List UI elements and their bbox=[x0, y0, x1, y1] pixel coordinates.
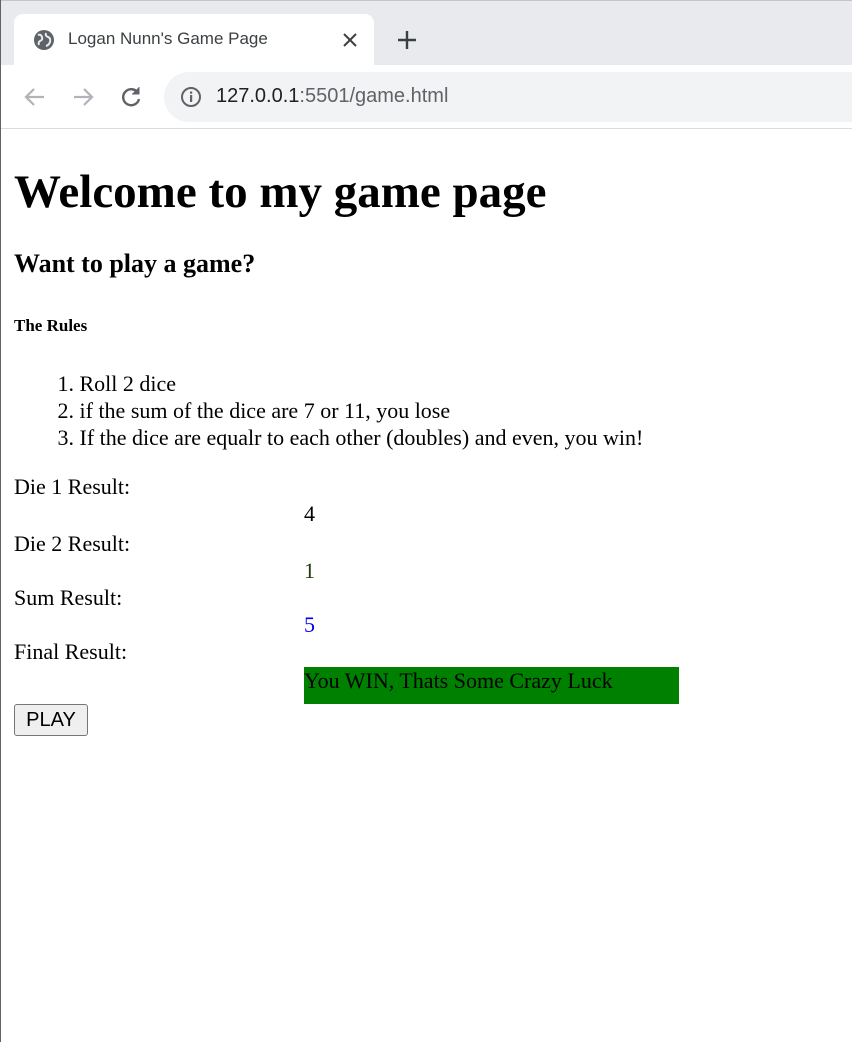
list-number: 1. bbox=[57, 371, 75, 396]
list-number: 2. bbox=[57, 398, 75, 423]
list-item: 2. if the sum of the dice are 7 or 11, y… bbox=[14, 397, 643, 424]
sum-label: Sum Result: bbox=[14, 585, 123, 610]
rules-title: The Rules bbox=[14, 316, 88, 335]
url-host: 127.0.0.1 bbox=[216, 85, 300, 107]
close-icon[interactable] bbox=[341, 31, 359, 49]
play-button[interactable]: PLAY bbox=[14, 704, 88, 736]
info-icon[interactable] bbox=[180, 86, 202, 108]
page-subtitle: Want to play a game? bbox=[14, 249, 256, 278]
globe-icon bbox=[34, 30, 54, 50]
url-path: :5501/game.html bbox=[299, 85, 449, 107]
final-result: You WIN, Thats Some Crazy Luck bbox=[304, 667, 679, 704]
rule-text: If the dice are equalr to each other (do… bbox=[79, 425, 644, 450]
address-bar[interactable]: 127.0.0.1:5501/game.html bbox=[164, 72, 852, 122]
page-title: Welcome to my game page bbox=[14, 166, 547, 218]
tab-title: Logan Nunn's Game Page bbox=[68, 29, 268, 48]
sum-value: 5 bbox=[304, 612, 315, 637]
back-arrow-icon[interactable] bbox=[22, 84, 48, 110]
list-item: 1. Roll 2 dice bbox=[14, 370, 643, 397]
die2-label: Die 2 Result: bbox=[14, 531, 131, 556]
plus-icon[interactable] bbox=[396, 29, 418, 51]
rule-text: if the sum of the dice are 7 or 11, you … bbox=[79, 398, 451, 423]
die1-label: Die 1 Result: bbox=[14, 474, 131, 499]
die2-value: 1 bbox=[304, 558, 315, 583]
browser-toolbar: 127.0.0.1:5501/game.html bbox=[1, 65, 852, 129]
forward-arrow-icon[interactable] bbox=[70, 84, 96, 110]
final-label: Final Result: bbox=[14, 639, 128, 664]
die1-value: 4 bbox=[304, 501, 315, 526]
browser-tab[interactable]: Logan Nunn's Game Page bbox=[14, 14, 374, 66]
rules-list: 1. Roll 2 dice 2. if the sum of the dice… bbox=[14, 370, 644, 451]
url-text[interactable]: 127.0.0.1:5501/game.html bbox=[216, 85, 448, 108]
list-number: 3. bbox=[57, 425, 75, 450]
reload-icon[interactable] bbox=[118, 84, 144, 110]
rule-text: Roll 2 dice bbox=[79, 371, 177, 396]
list-item: 3. If the dice are equalr to each other … bbox=[14, 424, 644, 451]
tab-strip: Logan Nunn's Game Page bbox=[1, 0, 852, 66]
